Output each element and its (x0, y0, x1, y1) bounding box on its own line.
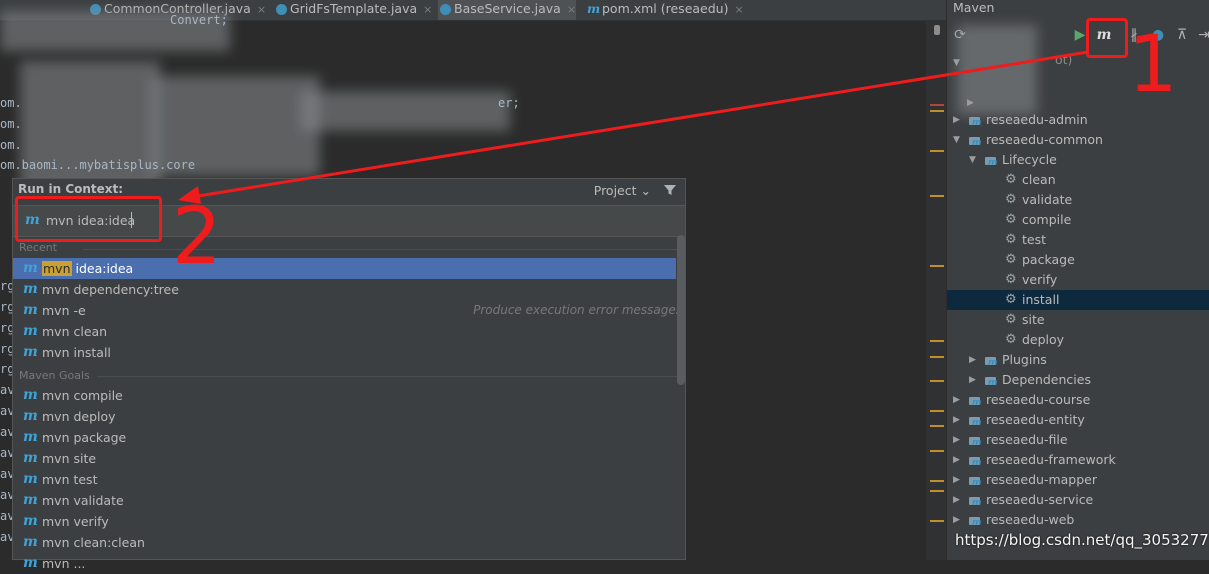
annotation-label-1: 1 (1128, 20, 1178, 110)
annotation-box-2 (15, 196, 162, 242)
annotation-label-2: 2 (172, 192, 222, 282)
annotation-box-1 (1086, 18, 1128, 58)
watermark: https://blog.csdn.net/qq_30532777 (955, 531, 1209, 549)
